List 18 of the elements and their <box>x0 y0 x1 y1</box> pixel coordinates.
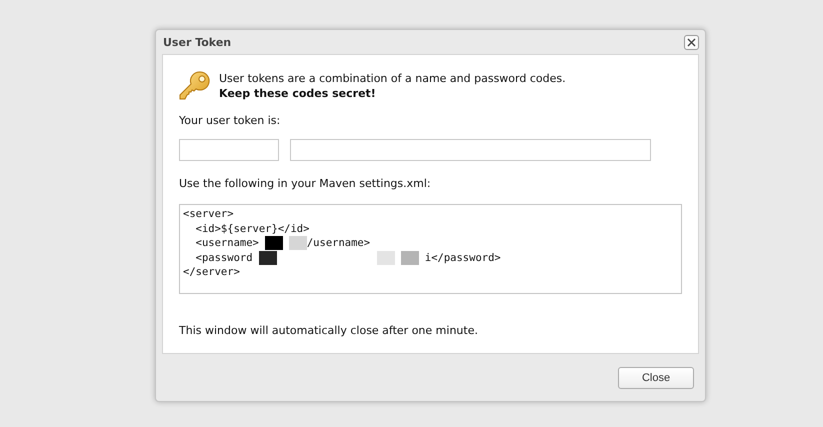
close-icon <box>687 38 696 46</box>
warning-text: Keep these codes secret! <box>219 86 377 101</box>
token-password-field[interactable] <box>290 139 651 161</box>
code-text: <server> <box>183 207 234 222</box>
code-text: <id>${server}</id> <box>194 222 310 236</box>
window-title: User Token <box>163 36 232 48</box>
intro-text: User tokens are a combination of a name and password codes. <box>219 71 566 86</box>
code-text: i</password> <box>424 250 501 265</box>
close-button[interactable] <box>684 34 699 50</box>
token-name-field[interactable] <box>179 139 279 161</box>
notice-text: This window will automatically close after one minute. <box>179 324 479 337</box>
code-text: /username> <box>306 236 370 250</box>
code-text: </server> <box>183 265 240 280</box>
code-text: <username> <box>194 236 259 250</box>
settings-label: Use the following in your Maven settings.xml: <box>179 177 432 190</box>
close-button[interactable]: Close <box>618 366 694 388</box>
token-label: Your user token is: <box>179 114 282 127</box>
code-text: <password <box>194 250 253 265</box>
